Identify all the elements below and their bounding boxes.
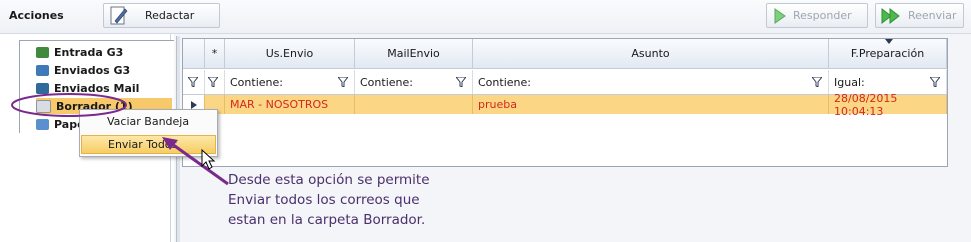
- highlight-ellipse: [11, 93, 127, 117]
- annotation-line: Enviar todos los correos que: [228, 192, 420, 208]
- annotation-arrow: [171, 142, 229, 186]
- annotation-graphics: [11, 93, 229, 186]
- annotation-line: estan en la carpeta Borrador.: [228, 212, 426, 228]
- annotation-line: Desde esta opción se permite: [228, 172, 430, 188]
- annotation-note: Desde esta opción se permite Enviar todo…: [228, 170, 430, 230]
